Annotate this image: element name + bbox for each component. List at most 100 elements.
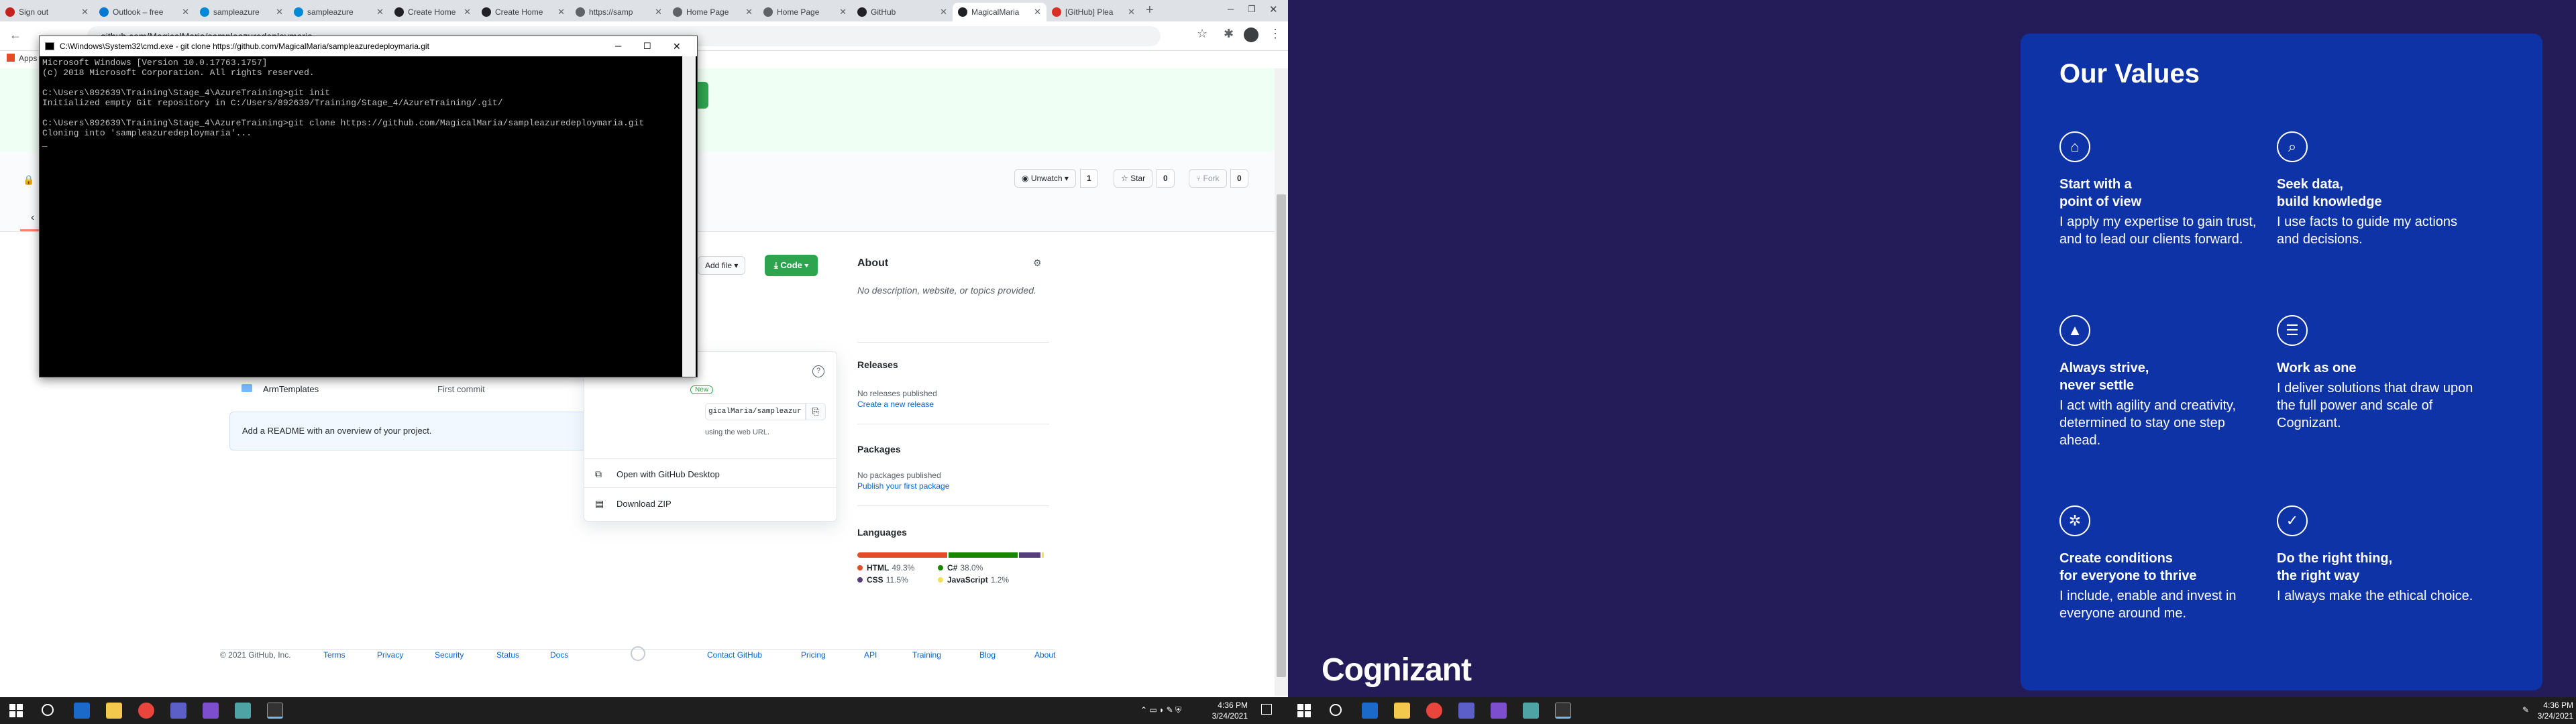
star-bookmark-icon[interactable]: ☆: [1197, 27, 1208, 41]
code-tab-chevron-icon[interactable]: ‹: [31, 212, 34, 224]
cmd-minimize-button[interactable]: ─: [615, 36, 621, 56]
start-icon[interactable]: [1297, 704, 1311, 717]
search-icon[interactable]: [1330, 704, 1342, 716]
minimize-button[interactable]: ─: [1228, 4, 1234, 14]
github-logo-icon[interactable]: [631, 646, 645, 661]
language-item[interactable]: HTML 49.3%: [857, 563, 914, 572]
taskbar-date-left[interactable]: 3/24/2021: [1194, 711, 1248, 721]
tab-8[interactable]: Home Page ✕: [758, 3, 852, 21]
unwatch-button[interactable]: ◉ Unwatch ▾: [1014, 169, 1076, 188]
tab-close-icon[interactable]: ✕: [464, 3, 471, 21]
cmd-scrollbar[interactable]: [682, 56, 696, 377]
cmd-title-bar[interactable]: C:\Windows\System32\cmd.exe - git clone …: [40, 36, 697, 56]
copy-clipboard-icon[interactable]: ⎘: [806, 403, 826, 420]
edge-icon[interactable]: [74, 703, 90, 719]
create-release-link[interactable]: Create a new release: [857, 400, 934, 409]
help-icon[interactable]: ?: [812, 365, 824, 377]
back-icon[interactable]: ←: [9, 28, 21, 42]
profile-avatar[interactable]: [1244, 27, 1258, 42]
language-item[interactable]: CSS 11.5%: [857, 575, 908, 585]
commit-message[interactable]: First commit: [437, 384, 485, 394]
footer-link[interactable]: Terms: [323, 650, 345, 660]
footer-link[interactable]: About: [1034, 650, 1055, 660]
file-explorer-icon[interactable]: [1394, 703, 1410, 719]
search-icon[interactable]: [42, 704, 54, 716]
tab-10[interactable]: MagicalMaria ✕: [953, 3, 1046, 21]
chrome-icon[interactable]: [138, 703, 154, 719]
notification-icon[interactable]: [1261, 704, 1272, 715]
star-button[interactable]: ☆ Star: [1114, 169, 1153, 188]
app-icon[interactable]: [235, 703, 251, 719]
bookmark-apps[interactable]: Apps: [19, 54, 37, 63]
tab-5[interactable]: Create Home ✕: [476, 3, 570, 21]
app-icon[interactable]: [1523, 703, 1539, 719]
menu-icon[interactable]: ⋮: [1269, 27, 1281, 41]
edge-icon[interactable]: [1362, 703, 1378, 719]
tab-close-icon[interactable]: ✕: [745, 3, 753, 21]
tab-close-icon[interactable]: ✕: [81, 3, 89, 21]
tab-close-icon[interactable]: ✕: [376, 3, 384, 21]
stars-count[interactable]: 0: [1157, 169, 1175, 188]
code-button[interactable]: ⤓ Code ▾: [765, 255, 818, 276]
cmd-output[interactable]: Microsoft Windows [Version 10.0.17763.17…: [42, 58, 680, 373]
publish-package-link[interactable]: Publish your first package: [857, 481, 949, 491]
maximize-button[interactable]: ❐: [1248, 4, 1256, 15]
footer-link[interactable]: API: [864, 650, 877, 660]
packages-heading[interactable]: Packages: [857, 444, 901, 455]
extensions-icon[interactable]: ✱: [1224, 27, 1234, 41]
releases-heading[interactable]: Releases: [857, 359, 898, 370]
tab-close-icon[interactable]: ✕: [940, 3, 947, 21]
tab-close-icon[interactable]: ✕: [557, 3, 565, 21]
settings-gear-icon[interactable]: ⚙: [1033, 257, 1042, 269]
tab-close-icon[interactable]: ✕: [839, 3, 847, 21]
tab-close-icon[interactable]: ✕: [182, 3, 189, 21]
taskbar-date-right[interactable]: 3/24/2021: [2520, 711, 2573, 721]
tab-7[interactable]: Home Page ✕: [667, 3, 758, 21]
footer-link[interactable]: Pricing: [801, 650, 826, 660]
tab-4[interactable]: Create Home ✕: [389, 3, 476, 21]
file-name[interactable]: ArmTemplates: [263, 384, 319, 394]
scrollbar-thumb[interactable]: [1277, 194, 1286, 677]
tab-2[interactable]: sampleazure ✕: [195, 3, 288, 21]
cmd-taskbar-icon[interactable]: [1555, 703, 1571, 719]
new-tab-button[interactable]: +: [1146, 3, 1154, 18]
system-tray-icons[interactable]: ⌃ ▭ ◗ ✎ ⛨: [1140, 705, 1181, 715]
download-zip-item[interactable]: ▤ Download ZIP: [584, 490, 837, 517]
footer-link[interactable]: Status: [496, 650, 519, 660]
tab-1[interactable]: Outlook – free ✕: [94, 3, 195, 21]
footer-link[interactable]: Training: [912, 650, 941, 660]
taskbar-time-right[interactable]: 4:36 PM: [2520, 701, 2573, 710]
footer-link[interactable]: Contact GitHub: [707, 650, 762, 660]
teams-icon[interactable]: [1458, 703, 1474, 719]
tab-11[interactable]: [GitHub] Plea ✕: [1046, 3, 1140, 21]
start-icon[interactable]: [9, 704, 23, 717]
cmd-maximize-button[interactable]: ☐: [643, 36, 651, 56]
cmd-close-button[interactable]: ✕: [673, 36, 681, 56]
visual-studio-icon[interactable]: [203, 703, 219, 719]
open-desktop-item[interactable]: ⧉ Open with GitHub Desktop: [584, 461, 837, 487]
tab-close-icon[interactable]: ✕: [1128, 3, 1135, 21]
tab-close-icon[interactable]: ✕: [655, 3, 662, 21]
close-window-button[interactable]: ✕: [1269, 3, 1278, 15]
language-item[interactable]: JavaScript 1.2%: [938, 575, 1009, 585]
chrome-icon[interactable]: [1426, 703, 1442, 719]
tab-3[interactable]: sampleazure ✕: [288, 3, 389, 21]
footer-link[interactable]: Docs: [550, 650, 568, 660]
cmd-window[interactable]: C:\Windows\System32\cmd.exe - git clone …: [39, 36, 698, 377]
taskbar-time-left[interactable]: 4:36 PM: [1194, 701, 1248, 710]
footer-link[interactable]: Privacy: [377, 650, 403, 660]
watchers-count[interactable]: 1: [1080, 169, 1098, 188]
file-explorer-icon[interactable]: [106, 703, 122, 719]
teams-icon[interactable]: [170, 703, 186, 719]
footer-link[interactable]: Security: [435, 650, 464, 660]
language-item[interactable]: C# 38.0%: [938, 563, 983, 572]
footer-link[interactable]: Blog: [979, 650, 996, 660]
cmd-taskbar-icon[interactable]: [267, 703, 283, 719]
add-file-button[interactable]: Add file ▾: [698, 256, 746, 275]
tab-0[interactable]: Sign out ✕: [0, 3, 94, 21]
tab-9[interactable]: GitHub ✕: [852, 3, 953, 21]
tab-close-icon[interactable]: ✕: [1034, 3, 1041, 21]
forks-count[interactable]: 0: [1230, 169, 1248, 188]
fork-button[interactable]: ⑂ Fork: [1189, 169, 1227, 188]
tab-close-icon[interactable]: ✕: [276, 3, 283, 21]
